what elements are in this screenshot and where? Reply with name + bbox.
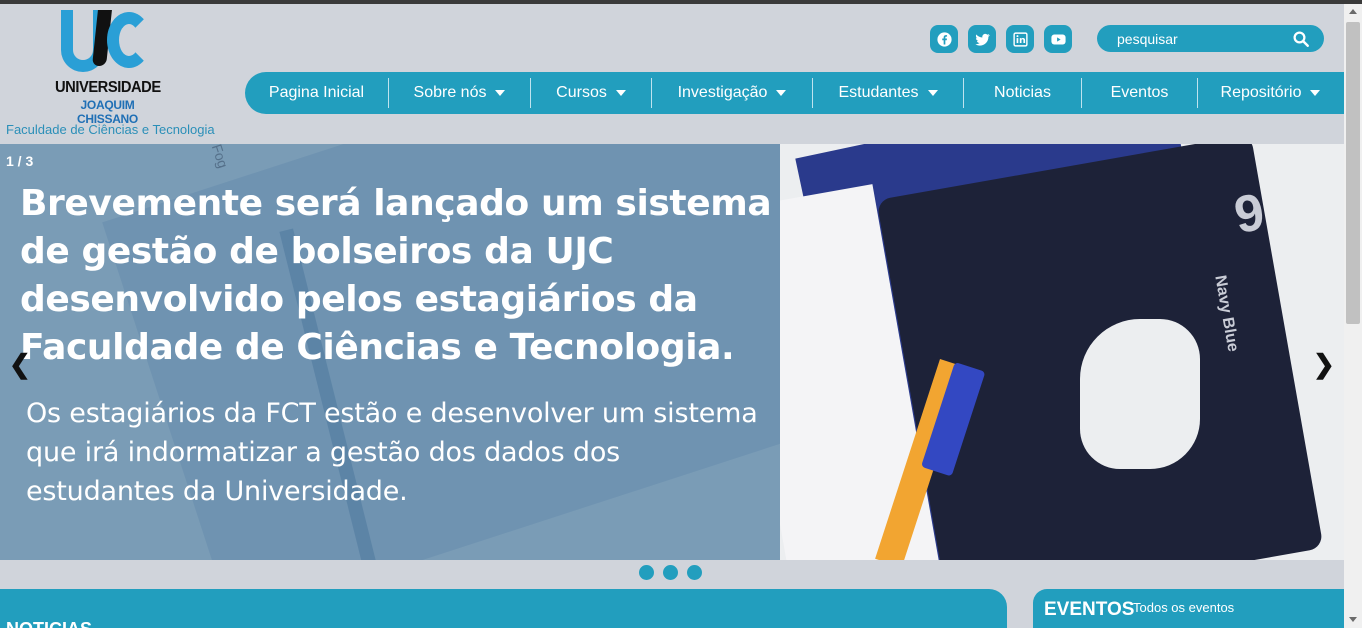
youtube-link[interactable] [1044,25,1072,53]
nav-item-sobre-nos[interactable]: Sobre nós [389,72,530,114]
nav-label: Investigação [677,84,768,101]
nav-label: Repositório [1220,84,1302,101]
nav-label: Noticias [994,84,1051,101]
slider-next-arrow[interactable]: ❯ [1313,349,1335,380]
caret-down-icon [776,90,787,96]
scroll-up-icon[interactable] [1349,9,1357,14]
nav-label: Sobre nós [413,84,487,101]
nav-item-cursos[interactable]: Cursos [531,72,651,114]
slide-image-notebook: 9 Navy Blue [780,144,1344,560]
page-scrollbar[interactable] [1344,4,1362,628]
nav-label: Pagina Inicial [268,84,365,101]
main-navigation: Pagina Inicial Sobre nós Cursos Investig… [245,72,1344,114]
scroll-down-icon[interactable] [1349,617,1357,622]
news-title: NOTICIAS [6,619,92,628]
twitter-link[interactable] [968,25,996,53]
nav-label: Estudantes [838,84,919,101]
twitter-icon [974,33,990,46]
slider-dot-3[interactable] [687,565,702,580]
nav-item-repositorio[interactable]: Repositório [1198,72,1343,114]
slider-prev-arrow[interactable]: ❮ [9,349,31,380]
ujc-logo-mark [55,10,155,78]
university-logo[interactable]: UNIVERSIDADE JOAQUIM CHISSANO [55,10,161,126]
caret-down-icon [927,90,938,96]
caret-down-icon [1310,90,1321,96]
events-section: EVENTOS Todos os eventos [1033,589,1344,628]
hero-slider: Fog 9 Navy Blue 1 / 3 Brevemente será la… [0,144,1344,560]
linkedin-icon [1012,31,1028,47]
nav-label: Eventos [1110,84,1169,101]
nav-item-noticias[interactable]: Noticias [964,72,1081,114]
nav-item-estudantes[interactable]: Estudantes [813,72,963,114]
slider-dot-2[interactable] [663,565,678,580]
facebook-link[interactable] [930,25,958,53]
slide-description: Os estagiários da FCT estão e desenvolve… [26,398,758,507]
search-bar [1097,25,1324,52]
site-header: UNIVERSIDADE JOAQUIM CHISSANO Faculdade … [0,4,1344,144]
nav-item-eventos[interactable]: Eventos [1082,72,1197,114]
slide-title: Brevemente será lançado um sistema de ge… [20,183,772,368]
search-icon[interactable] [1292,30,1310,48]
news-section: NOTICIAS [0,589,1007,628]
slider-dot-1[interactable] [639,565,654,580]
scroll-thumb[interactable] [1346,22,1360,324]
background-text-fog: Fog [208,144,232,170]
nav-item-pagina-inicial[interactable]: Pagina Inicial [245,72,388,114]
nav-label: Cursos [556,84,607,101]
caret-down-icon [615,90,626,96]
logo-name: UNIVERSIDADE [55,79,161,96]
search-input[interactable] [1117,29,1287,48]
slide-counter: 1 / 3 [6,153,34,169]
youtube-icon [1050,34,1066,44]
faculty-name: Faculdade de Ciências e Tecnologia [6,122,215,137]
slider-dots [639,565,702,580]
all-events-link[interactable]: Todos os eventos [1133,600,1234,615]
facebook-icon [936,31,952,47]
linkedin-link[interactable] [1006,25,1034,53]
nav-item-investigacao[interactable]: Investigação [652,72,812,114]
caret-down-icon [495,90,506,96]
events-title: EVENTOS [1044,599,1135,620]
